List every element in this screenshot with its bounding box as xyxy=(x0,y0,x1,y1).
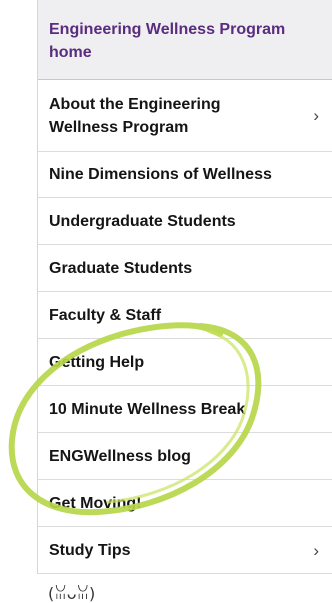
nav-item-faculty-staff[interactable]: Faculty & Staff xyxy=(38,292,332,339)
nav-item-get-moving[interactable]: Get Moving! xyxy=(38,480,332,527)
nav-item-about[interactable]: About the Engineering Wellness Program › xyxy=(38,80,332,152)
nav-item-label: Nine Dimensions of Wellness xyxy=(49,166,272,183)
nav-home-label: Engineering Wellness Program home xyxy=(49,20,286,61)
nav-item-label: Undergraduate Students xyxy=(49,212,236,230)
nav-home-link[interactable]: Engineering Wellness Program home xyxy=(38,0,332,80)
nav-item-label: Graduate Students xyxy=(49,259,193,277)
chevron-right-icon[interactable]: › xyxy=(313,107,319,124)
nav-item-wellness-break[interactable]: 10 Minute Wellness Break xyxy=(38,386,332,433)
nav-item-label: Getting Help xyxy=(49,353,145,371)
side-navigation: Engineering Wellness Program home About … xyxy=(37,0,332,574)
nav-item-label: Get Moving! xyxy=(49,494,142,512)
nav-item-label: About the Engineering Wellness Program xyxy=(49,95,221,136)
nav-item-study-tips[interactable]: Study Tips › xyxy=(38,527,332,574)
nav-item-getting-help[interactable]: Getting Help xyxy=(38,339,332,386)
nav-item-graduate[interactable]: Graduate Students xyxy=(38,245,332,292)
nav-item-engwellness-blog[interactable]: ENGWellness blog xyxy=(38,433,332,480)
nav-item-undergraduate[interactable]: Undergraduate Students xyxy=(38,198,332,245)
nav-item-label: 10 Minute Wellness Break xyxy=(49,400,246,418)
nav-item-label: ENGWellness blog xyxy=(49,447,191,465)
nav-item-nine-dimensions[interactable]: Nine Dimensions of Wellness xyxy=(38,152,332,198)
nav-item-label: Faculty & Staff xyxy=(49,306,162,324)
chevron-right-icon[interactable]: › xyxy=(313,542,319,559)
nav-item-label: Study Tips xyxy=(49,541,131,559)
